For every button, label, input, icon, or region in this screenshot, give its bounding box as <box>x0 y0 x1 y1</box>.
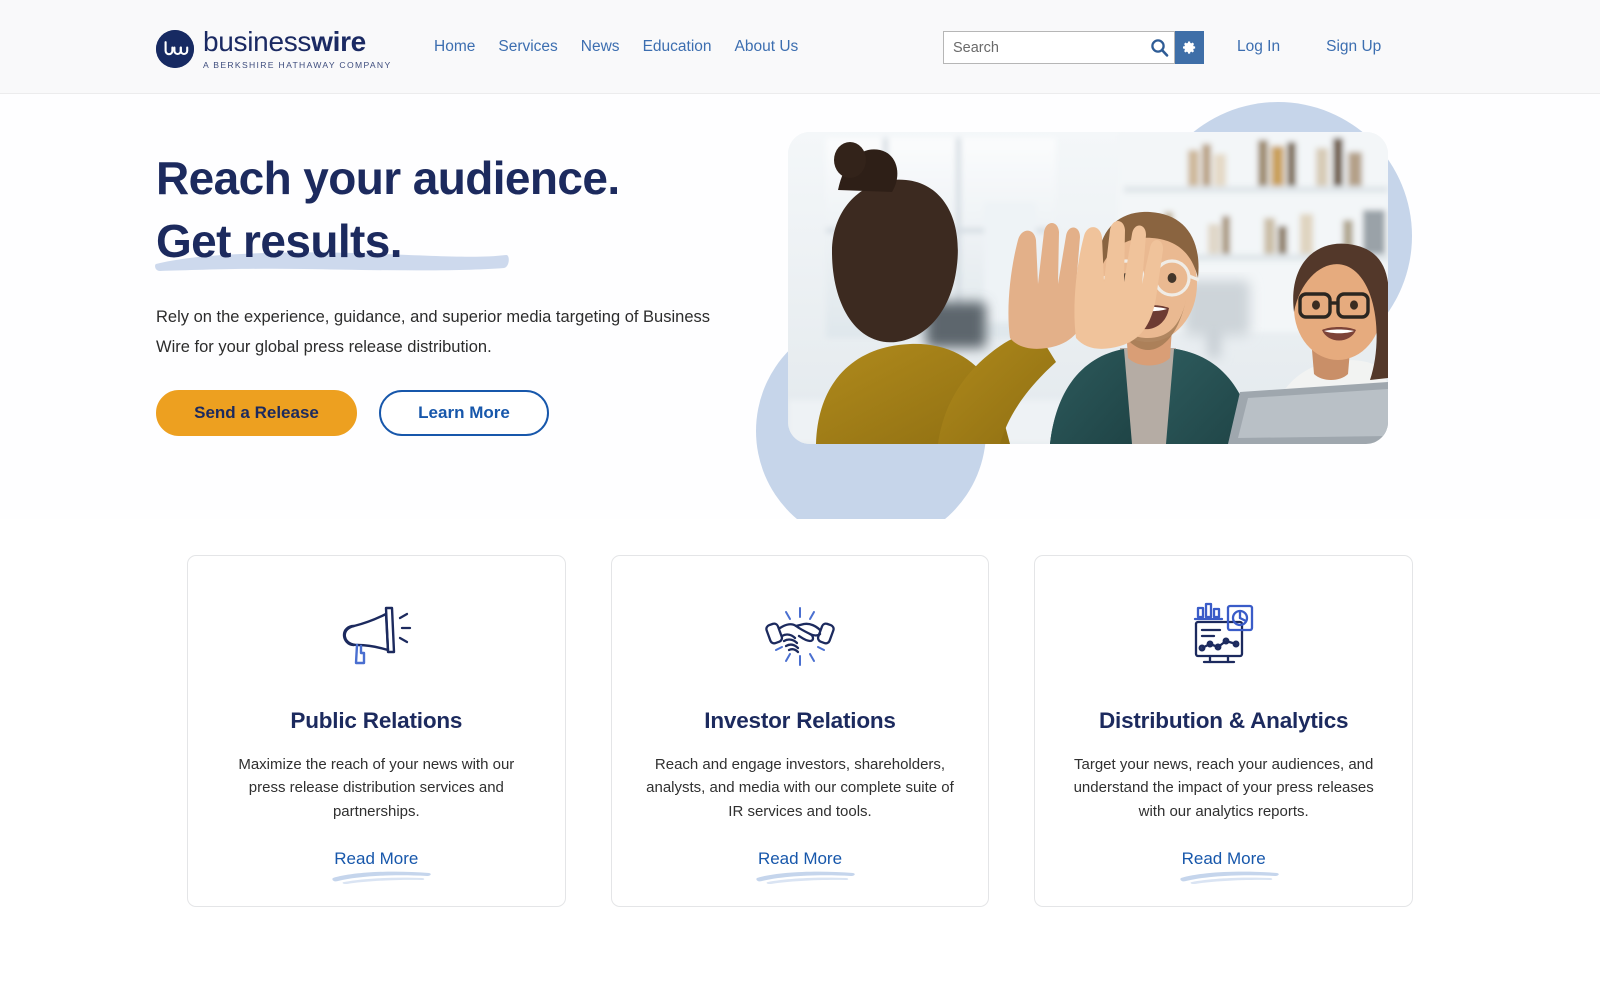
hero-actions: Send a Release Learn More <box>156 390 756 437</box>
logo-word-wire: wire <box>311 26 366 57</box>
card-title: Public Relations <box>290 708 463 733</box>
card-link-wrap: Read More <box>332 849 432 884</box>
megaphone-icon <box>336 598 416 674</box>
log-in-link[interactable]: Log In <box>1237 38 1280 56</box>
handshake-icon <box>760 598 840 674</box>
nav-item-about-us[interactable]: About Us <box>735 38 799 56</box>
read-more-link[interactable]: Read More <box>334 849 418 868</box>
card-investor-relations[interactable]: Investor Relations Reach and engage inve… <box>610 555 990 907</box>
hero-visual <box>752 94 1432 519</box>
account-links: Log In Sign Up <box>1237 38 1381 56</box>
card-body: Maximize the reach of your news with our… <box>238 756 515 820</box>
read-more-link[interactable]: Read More <box>1182 849 1266 868</box>
nav-item-home[interactable]: Home <box>434 38 475 56</box>
read-more-link[interactable]: Read More <box>758 849 842 868</box>
logo-word: businesswire <box>203 26 392 57</box>
main-navigation: Home Services News Education About Us <box>434 38 798 56</box>
card-public-relations[interactable]: Public Relations Maximize the reach of y… <box>187 555 566 907</box>
nav-item-services[interactable]: Services <box>498 38 557 56</box>
feature-cards-row: Public Relations Maximize the reach of y… <box>187 555 1414 907</box>
underline-brush-icon <box>332 871 432 884</box>
learn-more-button[interactable]: Learn More <box>379 390 549 437</box>
send-a-release-button[interactable]: Send a Release <box>156 390 357 437</box>
card-title: Distribution & Analytics <box>1098 708 1349 733</box>
hero-title-line2: Get results. <box>156 215 402 268</box>
card-distribution-analytics[interactable]: Distribution & Analytics Target your new… <box>1034 555 1414 907</box>
feature-cards-section: Public Relations Maximize the reach of y… <box>0 519 1600 907</box>
hero-title: Reach your audience. Get results. <box>155 147 756 273</box>
card-body: Target your news, reach your audiences, … <box>1073 756 1374 820</box>
hero-subtitle: Rely on the experience, guidance, and su… <box>156 308 711 356</box>
logo-word-business: business <box>203 26 312 57</box>
hero-title-line1: Reach your audience. <box>156 152 620 204</box>
site-header: businesswire A BERKSHIRE HATHAWAY COMPAN… <box>0 0 1600 94</box>
page-root: businesswire A BERKSHIRE HATHAWAY COMPAN… <box>0 0 1600 991</box>
hero-title-line2-wrap: Get results. <box>155 210 509 273</box>
logo-mark-icon <box>156 29 194 68</box>
card-body: Reach and engage investors, shareholders… <box>646 756 954 820</box>
card-link-wrap: Read More <box>1179 849 1279 884</box>
hero-copy: Reach your audience. Get results. Rely o… <box>155 147 756 437</box>
sign-up-link[interactable]: Sign Up <box>1326 38 1381 56</box>
logo-wordmark: businesswire A BERKSHIRE HATHAWAY COMPAN… <box>203 26 392 70</box>
logo-businesswire[interactable]: businesswire A BERKSHIRE HATHAWAY COMPAN… <box>156 26 392 70</box>
search-input[interactable] <box>944 32 1174 63</box>
search-icon[interactable] <box>1148 37 1170 59</box>
search-box <box>943 31 1175 64</box>
analytics-dashboard-icon <box>1184 598 1264 674</box>
card-title: Investor Relations <box>704 708 896 733</box>
nav-item-education[interactable]: Education <box>643 38 712 56</box>
nav-item-news[interactable]: News <box>581 38 620 56</box>
gear-icon[interactable] <box>1175 31 1204 64</box>
hero-photo <box>788 132 1388 444</box>
underline-brush-icon <box>756 871 855 884</box>
card-link-wrap: Read More <box>756 849 855 884</box>
underline-brush-icon <box>1179 871 1279 884</box>
hero-section: Reach your audience. Get results. Rely o… <box>0 94 1600 519</box>
search-area <box>943 31 1204 64</box>
logo-tagline: A BERKSHIRE HATHAWAY COMPANY <box>203 59 392 70</box>
